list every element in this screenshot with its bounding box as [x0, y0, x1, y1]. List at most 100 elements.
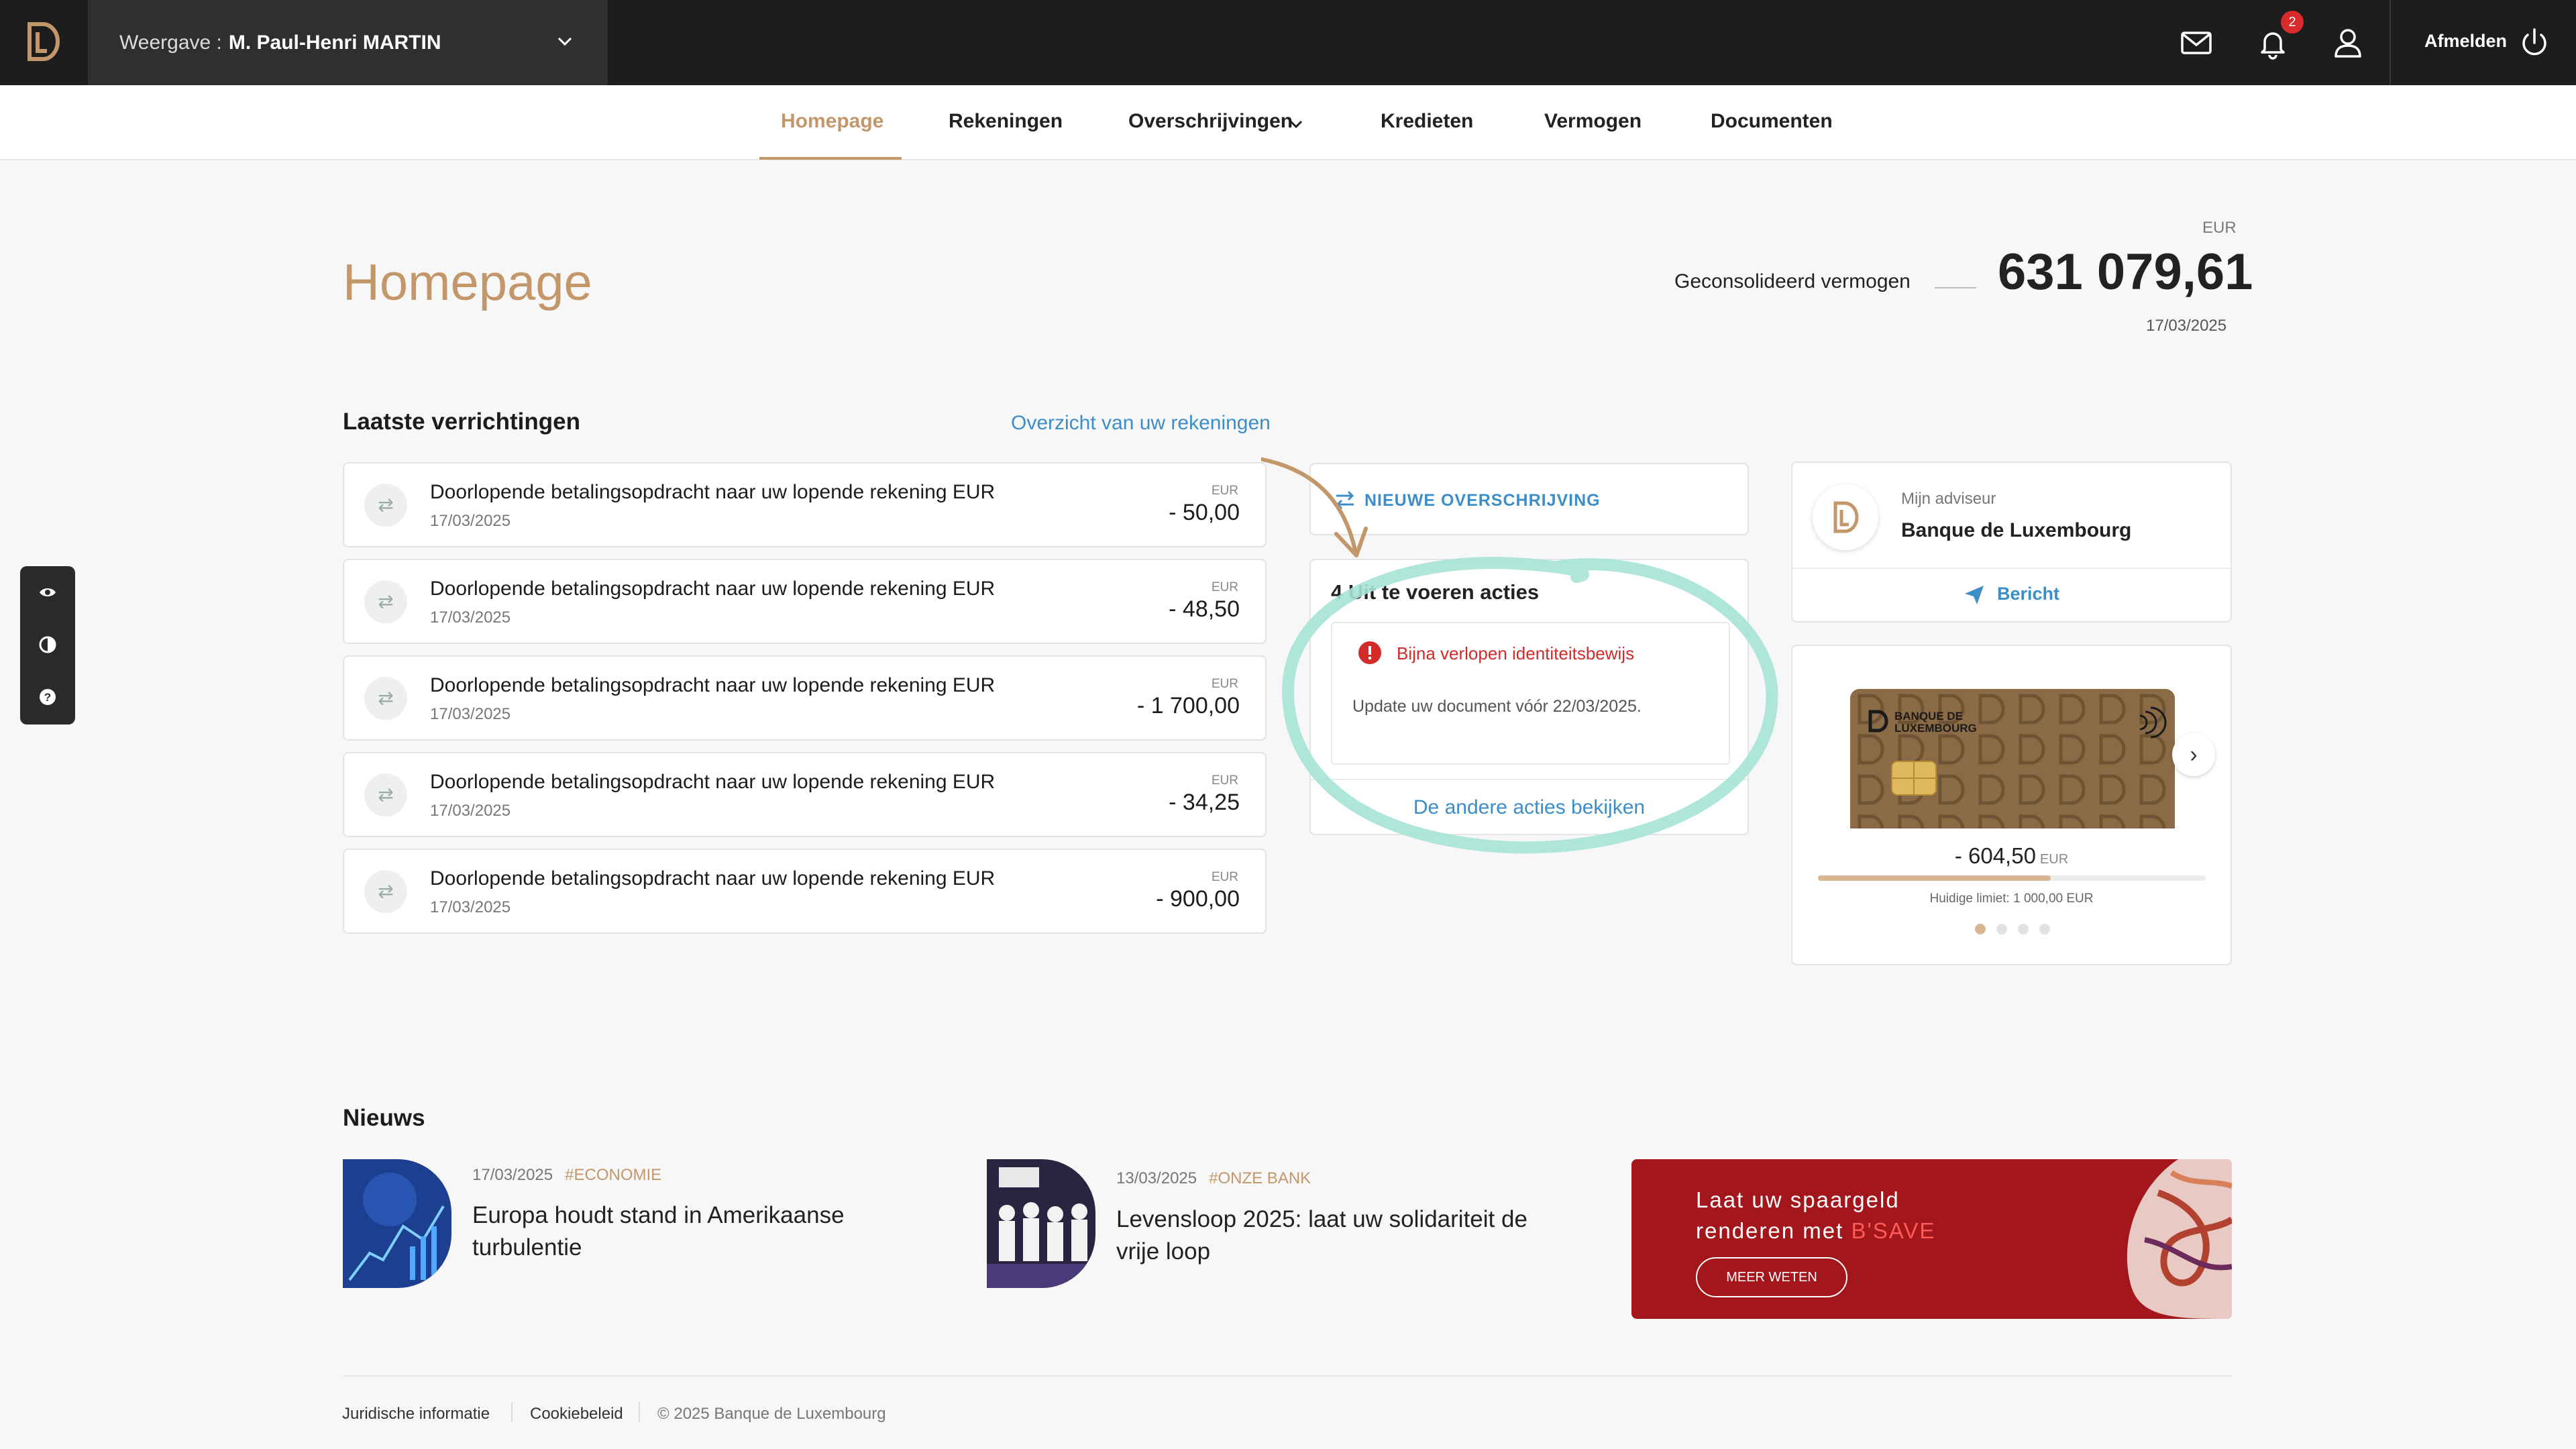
- nav-kredieten[interactable]: Kredieten: [1381, 110, 1473, 133]
- transaction-currency: EUR: [1211, 484, 1238, 498]
- news-headline[interactable]: Levensloop 2025: laat uw solidariteit de…: [1116, 1203, 1527, 1268]
- notification-badge: 2: [2281, 11, 2304, 34]
- nav-vermogen[interactable]: Vermogen: [1544, 110, 1642, 133]
- alert-icon: [1358, 641, 1381, 664]
- transaction-date: 17/03/2025: [430, 802, 511, 820]
- promo-more-button[interactable]: MEER WETEN: [1696, 1257, 1847, 1297]
- transaction-amount: - 34,25: [1169, 790, 1240, 815]
- help-button[interactable]: ?: [20, 671, 75, 723]
- alert-title: Bijna verlopen identiteitsbewijs: [1397, 643, 1635, 663]
- transaction-row[interactable]: ⇄ Doorlopende betalingsopdracht naar uw …: [343, 752, 1267, 837]
- card-limit-progress: [1818, 875, 2206, 881]
- carousel-next-button[interactable]: ›: [2172, 733, 2215, 776]
- promo-line2-text: renderen met: [1696, 1218, 1851, 1243]
- power-icon[interactable]: [2517, 25, 2552, 60]
- card-brand-line1: BANQUE DE: [1894, 710, 1963, 722]
- main-navigation: Homepage Rekeningen Overschrijvingen Kre…: [0, 85, 2576, 160]
- transaction-currency: EUR: [1211, 870, 1238, 884]
- transfer-icon: ⇄: [364, 773, 407, 816]
- transaction-row[interactable]: ⇄ Doorlopende betalingsopdracht naar uw …: [343, 462, 1267, 547]
- advisor-divider: [1792, 568, 2231, 569]
- bsave-promo-banner[interactable]: Laat uw spaargeld renderen met B'SAVE ME…: [1631, 1159, 2232, 1319]
- transfer-icon: ⇄: [364, 580, 407, 623]
- actions-title: 4 Uit te voeren acties: [1331, 580, 1540, 604]
- news-meta: 13/03/2025 #ONZE BANK: [1116, 1169, 1311, 1188]
- accessibility-panel: ?: [20, 566, 75, 724]
- transaction-date: 17/03/2025: [430, 608, 511, 627]
- eye-icon: [40, 588, 56, 596]
- total-label: Geconsolideerd vermogen: [1674, 270, 1911, 292]
- carousel-dot[interactable]: [1975, 924, 1986, 934]
- card-balance-currency: EUR: [2039, 852, 2069, 867]
- transaction-description: Doorlopende betalingsopdracht naar uw lo…: [430, 578, 996, 600]
- promo-line2: renderen met B'SAVE: [1696, 1218, 1935, 1244]
- footer-cookies-link[interactable]: Cookiebeleid: [530, 1405, 623, 1424]
- promo-line1: Laat uw spaargeld: [1696, 1187, 1900, 1212]
- transaction-amount: - 48,50: [1169, 596, 1240, 622]
- transaction-amount: - 1 700,00: [1136, 693, 1240, 718]
- nav-rekeningen[interactable]: Rekeningen: [949, 110, 1063, 133]
- bank-logo-icon[interactable]: [24, 20, 62, 63]
- advisor-role: Mijn adviseur: [1901, 490, 1996, 508]
- news-image[interactable]: [343, 1159, 451, 1288]
- send-icon: [1964, 585, 1984, 604]
- advisor-card: Mijn adviseur Banque de Luxembourg Beric…: [1791, 462, 2232, 623]
- message-label: Bericht: [1996, 584, 2060, 604]
- news-headline-line: turbulentie: [472, 1234, 582, 1260]
- news-headline[interactable]: Europa houdt stand in Amerikaanse turbul…: [472, 1199, 845, 1264]
- alert-text: Update uw document vóór 22/03/2025.: [1352, 697, 1642, 716]
- transaction-description: Doorlopende betalingsopdracht naar uw lo…: [430, 771, 996, 793]
- profile-selector-label: Weergave :: [119, 31, 222, 54]
- transaction-currency: EUR: [1211, 677, 1238, 691]
- transfer-icon: ⇄: [364, 870, 407, 913]
- total-value: 631 079,61: [1998, 244, 2253, 301]
- promo-artwork: [2127, 1159, 2232, 1319]
- carousel-dot[interactable]: [2018, 924, 2029, 934]
- accounts-overview-link[interactable]: Overzicht van uw rekeningen: [1011, 412, 1271, 435]
- news-tag: #ECONOMIE: [565, 1166, 662, 1184]
- new-transfer-button[interactable]: NIEUWE OVERSCHRIJVING: [1309, 463, 1749, 535]
- transaction-row[interactable]: ⇄ Doorlopende betalingsopdracht naar uw …: [343, 559, 1267, 644]
- news-tag: #ONZE BANK: [1209, 1169, 1311, 1187]
- contrast-toggle-button[interactable]: [20, 619, 75, 671]
- transaction-row[interactable]: ⇄ Doorlopende betalingsopdracht naar uw …: [343, 849, 1267, 934]
- transaction-row[interactable]: ⇄ Doorlopende betalingsopdracht naar uw …: [343, 655, 1267, 741]
- page-title: Homepage: [343, 254, 592, 311]
- transaction-date: 17/03/2025: [430, 705, 511, 723]
- payment-card-image[interactable]: BANQUE DE LUXEMBOURG: [1850, 689, 2175, 828]
- transfer-icon: ⇄: [364, 677, 407, 720]
- advisor-logo-icon: [1813, 484, 1878, 550]
- profile-selector[interactable]: Weergave : M. Paul-Henri MARTIN: [88, 0, 608, 85]
- carousel-dot[interactable]: [1996, 924, 2007, 934]
- actions-card: 4 Uit te voeren acties Bijna verlopen id…: [1309, 559, 1749, 835]
- transaction-date: 17/03/2025: [430, 512, 511, 530]
- transfer-icon: ⇄: [364, 484, 407, 527]
- nav-homepage[interactable]: Homepage: [781, 110, 883, 133]
- transactions-title: Laatste verrichtingen: [343, 409, 580, 435]
- chevron-down-icon: [1289, 120, 1303, 129]
- other-actions-link[interactable]: De andere acties bekijken: [1311, 796, 1748, 819]
- news-headline-line: Europa houdt stand in Amerikaanse: [472, 1202, 845, 1228]
- advisor-name: Banque de Luxembourg: [1901, 519, 2132, 541]
- message-button[interactable]: Bericht: [1792, 584, 2231, 606]
- nav-documenten[interactable]: Documenten: [1711, 110, 1833, 133]
- visibility-toggle-button[interactable]: [20, 566, 75, 619]
- footer-legal-link[interactable]: Juridische informatie: [342, 1405, 490, 1424]
- footer-separator: [639, 1402, 640, 1422]
- total-dash: [1935, 287, 1976, 288]
- logout-button[interactable]: Afmelden: [2424, 31, 2507, 52]
- user-icon[interactable]: [2330, 25, 2365, 60]
- news-image[interactable]: [987, 1159, 1095, 1288]
- transaction-description: Doorlopende betalingsopdracht naar uw lo…: [430, 674, 996, 696]
- card-brand-line2: LUXEMBOURG: [1894, 722, 1977, 735]
- carousel-dot[interactable]: [2039, 924, 2050, 934]
- news-headline-line: Levensloop 2025: laat uw solidariteit de: [1116, 1206, 1527, 1232]
- mail-icon[interactable]: [2179, 25, 2214, 60]
- nav-overschrijvingen[interactable]: Overschrijvingen: [1128, 110, 1293, 133]
- alert-item[interactable]: Bijna verlopen identiteitsbewijs Update …: [1331, 622, 1730, 765]
- news-title: Nieuws: [343, 1105, 425, 1131]
- svg-text:?: ?: [44, 691, 51, 704]
- news-meta: 17/03/2025 #ECONOMIE: [472, 1166, 661, 1185]
- nav-active-indicator: [759, 157, 902, 160]
- total-date: 17/03/2025: [2146, 317, 2227, 335]
